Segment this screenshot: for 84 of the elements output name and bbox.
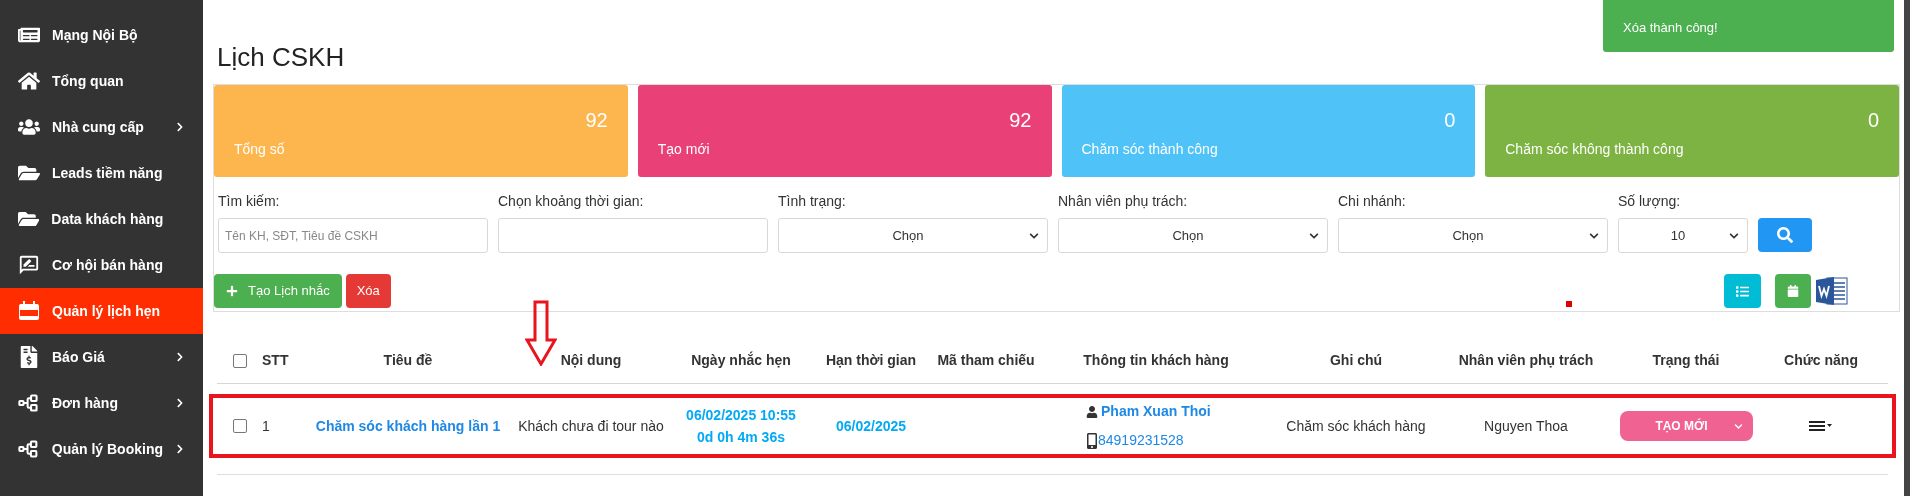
network-icon: [18, 438, 40, 460]
users-icon: [18, 116, 40, 138]
stat-label: Chăm sóc không thành công: [1505, 140, 1685, 159]
sidebar-item[interactable]: Báo Giá: [0, 334, 203, 380]
delete-button[interactable]: Xóa: [345, 274, 391, 308]
column-header: Trạng thái: [1651, 351, 1721, 370]
chevron-right-icon: [175, 122, 185, 132]
column-header: Ngày nhắc hẹn: [690, 350, 792, 370]
word-document-icon[interactable]: [1815, 275, 1849, 307]
filter-input[interactable]: [498, 218, 768, 253]
chevron-down-icon: [1029, 230, 1039, 241]
countdown: 0d 0h 4m 36s: [697, 428, 785, 447]
page-title: Lịch CSKH: [217, 41, 345, 74]
column-header: Mã tham chiếu: [936, 351, 1036, 370]
menu-icon[interactable]: [1809, 420, 1833, 432]
deadline-date: 06/02/2025: [834, 416, 908, 436]
filter-select[interactable]: Chọn: [778, 218, 1048, 253]
column-header: Ghi chú: [1328, 351, 1384, 370]
search-icon: [1777, 227, 1793, 243]
user-icon: [1086, 405, 1098, 418]
dollar-document-icon: [18, 346, 40, 368]
title-link[interactable]: Chăm sóc khách hàng lần 1: [300, 415, 516, 437]
calendar-icon: [18, 301, 40, 321]
row-checkbox[interactable]: [232, 419, 247, 433]
sidebar-item[interactable]: Data khách hàng: [0, 196, 203, 242]
chevron-down-icon: [1589, 230, 1599, 241]
chevron-down-icon: [1733, 421, 1743, 431]
list-icon: [1736, 284, 1749, 298]
filter-select[interactable]: Chọn: [1058, 218, 1328, 253]
filter-label: Nhân viên phụ trách:: [1058, 192, 1189, 211]
chevron-right-icon: [175, 444, 185, 454]
chevron-down-icon: [1729, 230, 1739, 241]
column-header: STT: [262, 351, 290, 370]
sidebar-item[interactable]: Mạng Nội Bộ: [0, 12, 203, 58]
column-header: Nội dung: [559, 351, 623, 370]
filter-label: Chọn khoảng thời gian:: [498, 192, 645, 211]
toast-message: Xóa thành công!: [1623, 19, 1719, 37]
filter-label: Số lượng:: [1618, 192, 1682, 211]
home-icon: [18, 70, 40, 92]
column-header: Tiêu đề: [382, 351, 434, 370]
stat-value: 0: [1444, 108, 1456, 133]
stat-label: Chăm sóc thành công: [1081, 140, 1219, 159]
stat-label: Tổng số: [234, 140, 286, 159]
chevron-right-icon: [175, 352, 185, 362]
column-header: Hạn thời gian: [824, 351, 918, 370]
column-header: Chức năng: [1783, 351, 1859, 370]
filter-input[interactable]: Tên KH, SĐT, Tiêu đề CSKH: [218, 218, 488, 253]
chevron-down-icon: [1309, 230, 1319, 241]
filter-label: Tìm kiếm:: [218, 192, 281, 211]
table-cell-text: Khách chưa đi tour nào: [517, 416, 665, 436]
select-all-checkbox[interactable]: [232, 353, 247, 368]
column-header: Nhân viên phụ trách: [1457, 351, 1595, 370]
stray-mark: [1566, 301, 1572, 307]
filter-label: Chi nhánh:: [1338, 192, 1407, 211]
search-button[interactable]: [1758, 218, 1812, 252]
calendar-icon: [1787, 285, 1799, 297]
chevron-right-icon: [175, 398, 185, 408]
sidebar-item[interactable]: Cơ hội bán hàng: [0, 242, 203, 288]
list-view-button[interactable]: [1724, 274, 1761, 308]
remind-date: 06/02/2025 10:55: [686, 406, 796, 425]
table-cell-text: Chăm sóc khách hàng: [1285, 416, 1427, 436]
stat-value: 0: [1867, 108, 1879, 133]
filter-label: Tình trạng:: [778, 192, 847, 211]
stat-label: Tạo mới: [657, 140, 711, 159]
customer-phone-link[interactable]: 84919231528: [1098, 430, 1184, 451]
stat-value: 92: [585, 108, 608, 133]
customer-name-link[interactable]: Pham Xuan Thoi: [1101, 401, 1211, 422]
filter-select[interactable]: 10: [1618, 218, 1748, 253]
sidebar-item[interactable]: Đơn hàng: [0, 380, 203, 426]
sidebar-item[interactable]: Nhà cung cấp: [0, 104, 203, 150]
network-icon: [18, 392, 40, 414]
filter-select[interactable]: Chọn: [1338, 218, 1608, 253]
table-cell-text: Nguyen Thoa: [1483, 416, 1569, 436]
sidebar-item[interactable]: Quản lý lịch hẹn: [0, 288, 203, 334]
stat-value: 92: [1009, 108, 1032, 133]
scrollbar[interactable]: [1904, 0, 1910, 496]
sidebar-item[interactable]: Tổng quan: [0, 58, 203, 104]
down-arrow-annotation: [525, 300, 557, 366]
sidebar-item[interactable]: Quản lý Booking: [0, 426, 203, 472]
column-header: Thông tin khách hàng: [1082, 351, 1230, 370]
sidebar-item[interactable]: Leads tiềm năng: [0, 150, 203, 196]
phone-icon: [1086, 432, 1098, 449]
table-cell-text: 1: [262, 416, 271, 436]
plus-icon: [226, 285, 238, 297]
